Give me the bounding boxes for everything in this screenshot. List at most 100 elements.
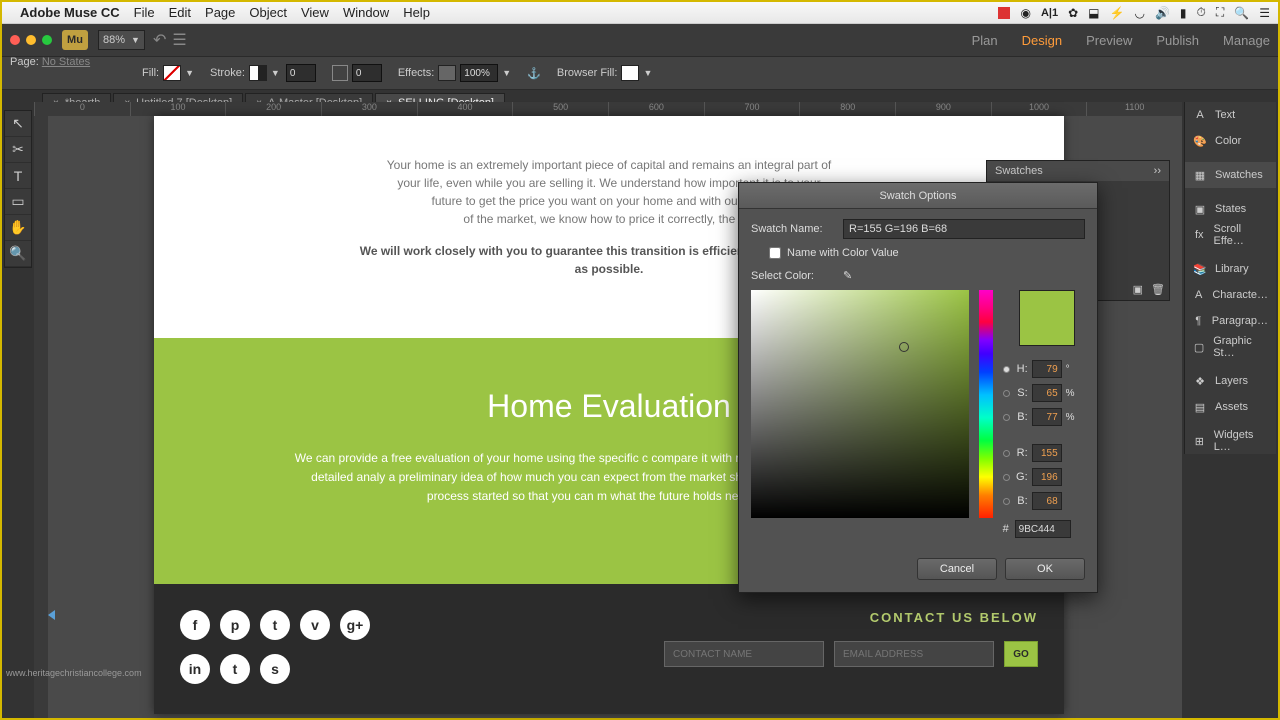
radio-bv[interactable] bbox=[1003, 498, 1010, 505]
chevron-down-icon[interactable]: ▼ bbox=[271, 68, 280, 78]
b-input[interactable] bbox=[1032, 408, 1062, 426]
panel-color[interactable]: 🎨Color bbox=[1185, 128, 1276, 154]
stroke-width-input[interactable] bbox=[286, 64, 316, 82]
redo-icon[interactable]: ☰ bbox=[172, 30, 186, 50]
record-icon[interactable] bbox=[998, 7, 1010, 19]
radio-r[interactable] bbox=[1003, 450, 1010, 457]
cancel-button[interactable]: Cancel bbox=[917, 558, 997, 580]
window-controls[interactable] bbox=[10, 35, 52, 45]
r-input[interactable] bbox=[1032, 444, 1062, 462]
zoom-tool[interactable]: 🔍 bbox=[5, 241, 31, 267]
max-dot[interactable] bbox=[42, 35, 52, 45]
page-state-value[interactable]: No States bbox=[42, 56, 90, 68]
panel-layers[interactable]: ❖Layers bbox=[1185, 368, 1276, 394]
dropbox-icon[interactable]: ⬓ bbox=[1088, 6, 1099, 20]
panel-character[interactable]: ACharacte… bbox=[1185, 282, 1276, 308]
new-swatch-icon[interactable]: ▣ bbox=[1133, 283, 1143, 296]
menu-window[interactable]: Window bbox=[343, 5, 389, 20]
panel-text[interactable]: AText bbox=[1185, 102, 1276, 128]
s-input[interactable] bbox=[1032, 384, 1062, 402]
bv-input[interactable] bbox=[1032, 492, 1062, 510]
radio-s[interactable] bbox=[1003, 390, 1010, 397]
radio-b[interactable] bbox=[1003, 414, 1010, 421]
chevron-down-icon[interactable]: ▼ bbox=[185, 68, 194, 78]
bluetooth-icon[interactable]: ⚡ bbox=[1110, 6, 1125, 20]
fullscreen-icon[interactable]: ⛶ bbox=[1216, 5, 1224, 20]
panel-library[interactable]: 📚Library bbox=[1185, 256, 1276, 282]
facebook-icon[interactable]: f bbox=[180, 610, 210, 640]
browserfill-swatch[interactable] bbox=[621, 65, 639, 81]
hue-slider[interactable] bbox=[979, 290, 992, 518]
radio-h[interactable] bbox=[1003, 366, 1010, 373]
listmenu-icon[interactable]: ☰ bbox=[1259, 6, 1270, 20]
hex-input[interactable] bbox=[1015, 520, 1071, 538]
eyedropper-icon[interactable]: ✎ bbox=[843, 269, 852, 282]
text-tool[interactable]: T bbox=[5, 163, 31, 189]
menu-view[interactable]: View bbox=[301, 5, 329, 20]
name-with-color-checkbox[interactable] bbox=[769, 247, 781, 259]
chevron-down-icon[interactable]: ▼ bbox=[502, 68, 511, 78]
guide-marker[interactable] bbox=[48, 610, 55, 620]
battery-icon[interactable]: ▮ bbox=[1180, 6, 1187, 20]
chevron-down-icon[interactable]: ▼ bbox=[643, 68, 652, 78]
panel-paragraph[interactable]: ¶Paragrap… bbox=[1185, 308, 1276, 334]
twitter-icon[interactable]: t bbox=[260, 610, 290, 640]
corners-icon[interactable] bbox=[332, 65, 348, 81]
wifi-icon[interactable]: ◡ bbox=[1134, 6, 1144, 20]
tab-design[interactable]: Design bbox=[1022, 33, 1062, 48]
tab-manage[interactable]: Manage bbox=[1223, 33, 1270, 48]
gplus-icon[interactable]: g+ bbox=[340, 610, 370, 640]
swatch-name-input[interactable] bbox=[843, 219, 1085, 239]
menu-object[interactable]: Object bbox=[249, 5, 287, 20]
panel-assets[interactable]: ▤Assets bbox=[1185, 394, 1276, 420]
saturation-value-field[interactable] bbox=[751, 290, 969, 518]
panel-scroll[interactable]: fxScroll Effe… bbox=[1185, 222, 1276, 248]
adobe-badge[interactable]: A| 1 bbox=[1041, 7, 1058, 19]
close-dot[interactable] bbox=[10, 35, 20, 45]
menu-help[interactable]: Help bbox=[403, 5, 430, 20]
menu-edit[interactable]: Edit bbox=[169, 5, 191, 20]
menu-file[interactable]: File bbox=[134, 5, 155, 20]
anchor-icon[interactable]: ⚓ bbox=[527, 67, 541, 80]
effects-swatch[interactable] bbox=[438, 65, 456, 81]
linkedin-icon[interactable]: in bbox=[180, 654, 210, 684]
tab-preview[interactable]: Preview bbox=[1086, 33, 1132, 48]
tab-publish[interactable]: Publish bbox=[1156, 33, 1199, 48]
sv-cursor[interactable] bbox=[899, 342, 909, 352]
email-input[interactable] bbox=[834, 641, 994, 667]
panel-swatches[interactable]: ▦Swatches bbox=[1185, 162, 1276, 188]
crop-tool[interactable]: ✂ bbox=[5, 137, 31, 163]
corner-radius-input[interactable] bbox=[352, 64, 382, 82]
zoom-select[interactable]: 88% ▼ bbox=[98, 30, 145, 50]
dialog-title[interactable]: Swatch Options bbox=[739, 183, 1097, 209]
go-button[interactable]: GO bbox=[1004, 641, 1038, 667]
fill-swatch[interactable] bbox=[163, 65, 181, 81]
cc-icon[interactable]: ◉ bbox=[1020, 6, 1030, 20]
tab-plan[interactable]: Plan bbox=[972, 33, 998, 48]
pinterest-icon[interactable]: p bbox=[220, 610, 250, 640]
trash-icon[interactable]: 🗑 bbox=[1151, 283, 1165, 296]
opacity-input[interactable] bbox=[460, 64, 498, 82]
radio-g[interactable] bbox=[1003, 474, 1010, 481]
selection-tool[interactable]: ↖ bbox=[5, 111, 31, 137]
undo-icon[interactable]: ↶ bbox=[153, 30, 166, 50]
stroke-swatch[interactable] bbox=[249, 65, 267, 81]
min-dot[interactable] bbox=[26, 35, 36, 45]
skype-icon[interactable]: s bbox=[260, 654, 290, 684]
volume-icon[interactable]: 🔊 bbox=[1155, 6, 1170, 20]
page-state[interactable]: Page: No States bbox=[10, 56, 90, 68]
panel-states[interactable]: ▣States bbox=[1185, 196, 1276, 222]
vimeo-icon[interactable]: v bbox=[300, 610, 330, 640]
ok-button[interactable]: OK bbox=[1005, 558, 1085, 580]
panel-graphic[interactable]: ▢Graphic St… bbox=[1185, 334, 1276, 360]
flyout-icon[interactable]: ›› bbox=[1154, 165, 1161, 177]
contact-name-input[interactable] bbox=[664, 641, 824, 667]
panel-widgets[interactable]: ⊞Widgets L… bbox=[1185, 428, 1276, 454]
spotlight-icon[interactable]: 🔍 bbox=[1234, 6, 1249, 20]
sync-icon[interactable]: ✿ bbox=[1068, 6, 1078, 20]
clock-icon[interactable]: ⏱ bbox=[1197, 5, 1206, 20]
menu-page[interactable]: Page bbox=[205, 5, 235, 20]
tumblr-icon[interactable]: t bbox=[220, 654, 250, 684]
g-input[interactable] bbox=[1032, 468, 1062, 486]
rectangle-tool[interactable]: ▭ bbox=[5, 189, 31, 215]
